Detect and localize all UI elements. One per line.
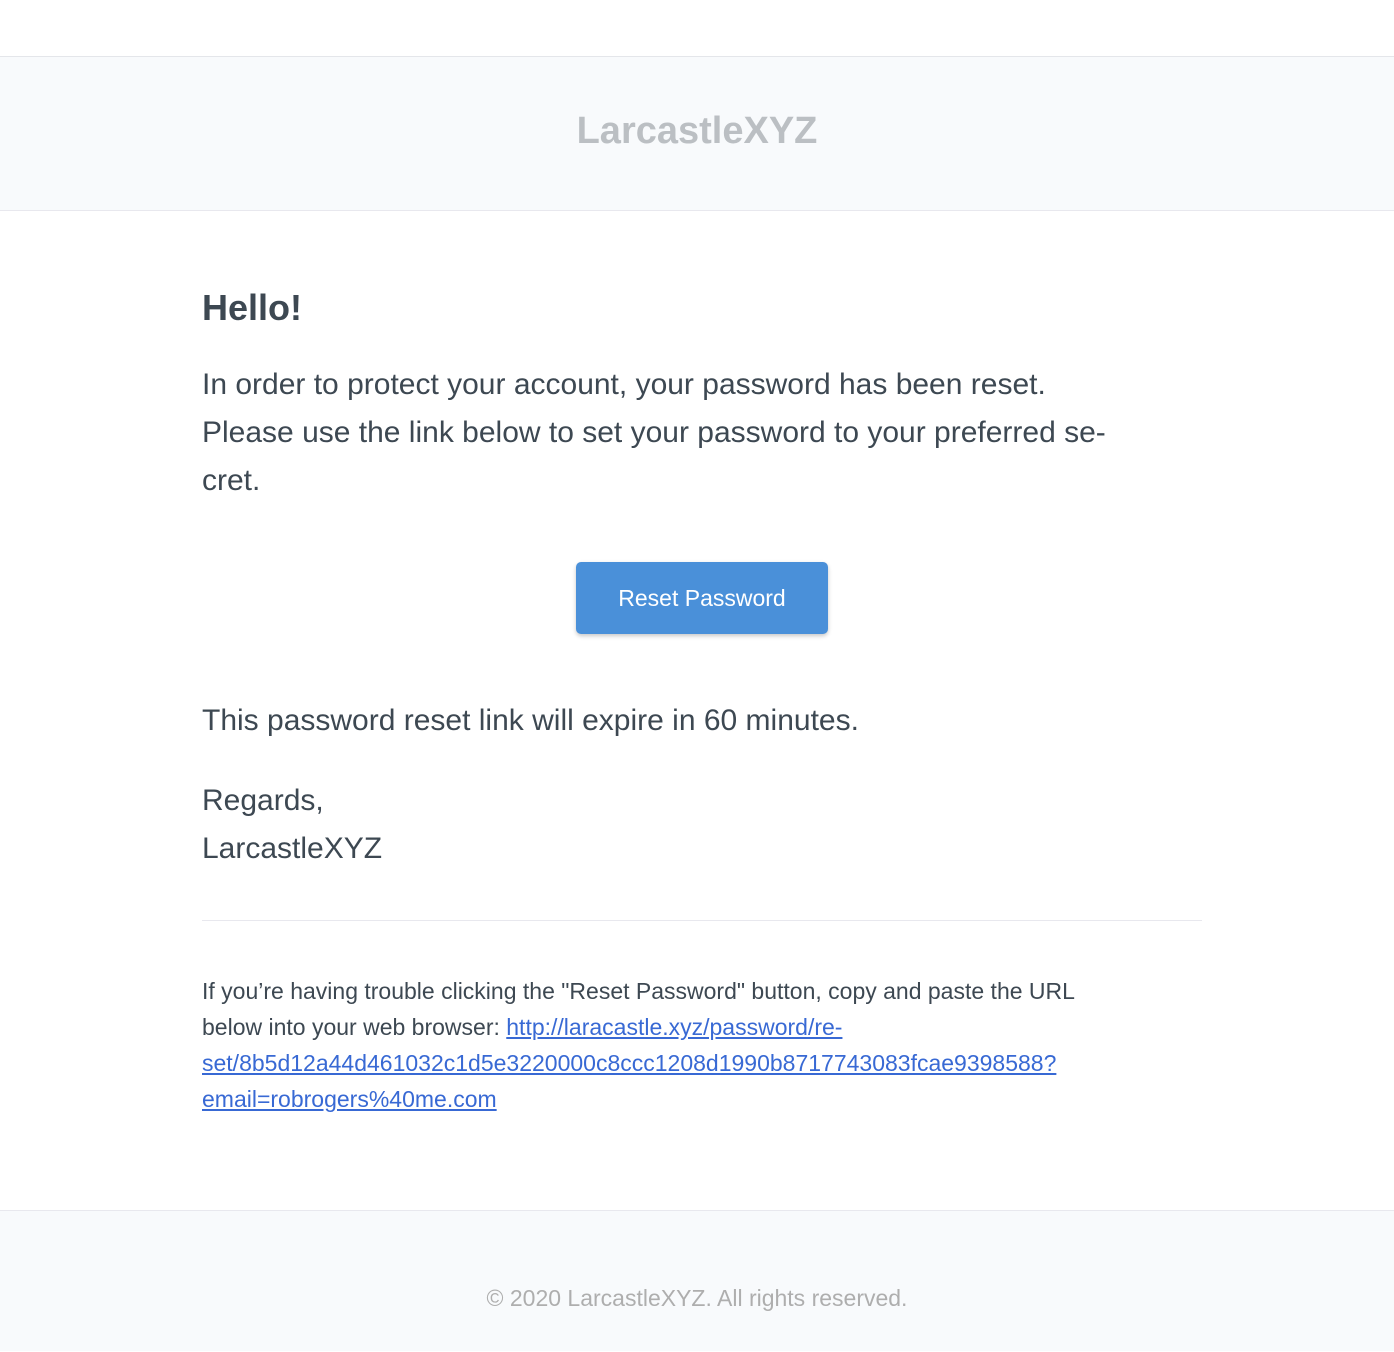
subcopy-paragraph: If you’re having trouble clicking the "R… [202, 973, 1202, 1117]
greeting-heading: Hello! [202, 287, 303, 328]
email-header: LarcastleXYZ [0, 57, 1394, 211]
subcopy-prefix: below into your web browser: [202, 1014, 507, 1040]
intro-line: Please use the link below to set your pa… [202, 416, 1106, 449]
expiry-notice: This password reset link will expire in … [202, 704, 859, 737]
brand-link[interactable]: LarcastleXYZ [577, 110, 818, 153]
action-wrapper: Reset Password [202, 562, 1202, 634]
subcopy-line: set/8b5d12a44d461032c1d5e3220000c8ccc120… [202, 1045, 1202, 1081]
intro-line: In order to protect your account, your p… [202, 368, 1046, 401]
subcopy-line: email=robrogers%40me.com [202, 1081, 1202, 1117]
email-body: Hello! In order to protect your account,… [0, 211, 1394, 1210]
reset-url-link-part[interactable]: set/8b5d12a44d461032c1d5e3220000c8ccc120… [202, 1050, 1056, 1076]
subcopy-line: below into your web browser: http://lara… [202, 1009, 1202, 1045]
subcopy-divider [202, 920, 1202, 921]
top-strip [0, 0, 1394, 57]
reset-password-button[interactable]: Reset Password [576, 562, 828, 634]
reset-url-link-part[interactable]: email=robrogers%40me.com [202, 1086, 497, 1112]
copyright-text: © 2020 LarcastleXYZ. All rights reserved… [486, 1285, 908, 1311]
signoff: Regards, LarcastleXYZ [202, 777, 382, 873]
intro-paragraph: In order to protect your account, your p… [202, 361, 1202, 505]
signature-text: LarcastleXYZ [202, 832, 383, 865]
subcopy-line: If you’re having trouble clicking the "R… [202, 978, 1075, 1004]
intro-line: cret. [202, 464, 261, 497]
reset-url-link-part[interactable]: http://laracastle.xyz/password/re- [506, 1014, 842, 1040]
email-footer: © 2020 LarcastleXYZ. All rights reserved… [0, 1210, 1394, 1351]
regards-text: Regards, [202, 784, 324, 817]
